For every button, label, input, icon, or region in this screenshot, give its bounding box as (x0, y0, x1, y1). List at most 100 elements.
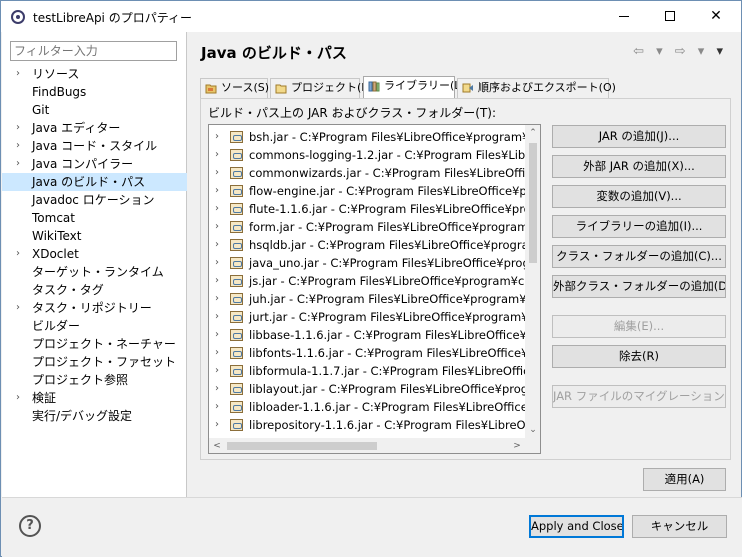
nav-item[interactable]: プロジェクト・ファセット (2, 353, 187, 371)
add-jar-button[interactable]: JAR の追加(J)... (552, 125, 726, 148)
expand-chevron-icon[interactable]: › (16, 245, 20, 263)
nav-item[interactable]: Java のビルド・パス (2, 173, 187, 191)
jar-file-icon (230, 239, 243, 251)
expand-chevron-icon[interactable]: › (16, 155, 20, 173)
library-row[interactable]: › libformula-1.1.7.jar - C:¥Program Files… (209, 362, 525, 380)
nav-item[interactable]: › タスク・リポジトリー (2, 299, 187, 317)
tab-source[interactable]: ソース(S) (200, 78, 269, 98)
apply-button[interactable]: 適用(A) (643, 468, 726, 491)
expand-chevron-icon[interactable]: › (215, 290, 219, 308)
nav-item[interactable]: › Java コード・スタイル (2, 137, 187, 155)
expand-chevron-icon[interactable]: › (215, 416, 219, 434)
libraries-tree[interactable]: › bsh.jar - C:¥Program Files¥LibreOffice¥… (208, 124, 541, 454)
vertical-scroll-thumb[interactable] (529, 143, 537, 263)
nav-item[interactable]: タスク・タグ (2, 281, 187, 299)
expand-chevron-icon[interactable]: › (215, 308, 219, 326)
scroll-down-icon[interactable]: ⌄ (525, 422, 540, 438)
library-row[interactable]: › hsqldb.jar - C:¥Program Files¥LibreOffi… (209, 236, 525, 254)
remove-button[interactable]: 除去(R) (552, 345, 726, 368)
expand-chevron-icon[interactable]: › (215, 326, 219, 344)
library-row-label: juh.jar - C:¥Program Files¥LibreOffice¥p… (249, 292, 525, 306)
library-row-label: js.jar - C:¥Program Files¥LibreOffice¥pr… (249, 274, 525, 288)
expand-chevron-icon[interactable]: › (215, 254, 219, 272)
library-row[interactable]: › libloader-1.1.6.jar - C:¥Program Files¥… (209, 398, 525, 416)
library-row[interactable]: › flow-engine.jar - C:¥Program Files¥Libr… (209, 182, 525, 200)
forward-arrow-icon[interactable]: ⇨ ▾ (675, 44, 709, 59)
filter-input[interactable] (10, 41, 177, 61)
library-row-label: form.jar - C:¥Program Files¥LibreOffice¥… (249, 220, 525, 234)
expand-chevron-icon[interactable]: › (215, 344, 219, 362)
add-variable-button[interactable]: 変数の追加(V)... (552, 185, 726, 208)
expand-chevron-icon[interactable]: › (215, 146, 219, 164)
expand-chevron-icon[interactable]: › (215, 218, 219, 236)
expand-chevron-icon[interactable]: › (215, 272, 219, 290)
close-button[interactable]: ✕ (693, 1, 739, 32)
horizontal-scroll-thumb[interactable] (227, 442, 377, 450)
minimize-button[interactable] (601, 1, 647, 32)
library-row[interactable]: › libfonts-1.1.6.jar - C:¥Program Files¥L… (209, 344, 525, 362)
library-row[interactable]: › commonwizards.jar - C:¥Program Files¥Li… (209, 164, 525, 182)
expand-chevron-icon[interactable]: › (215, 200, 219, 218)
jar-file-icon (230, 275, 243, 287)
library-row[interactable]: › libbase-1.1.6.jar - C:¥Program Files¥Li… (209, 326, 525, 344)
expand-chevron-icon[interactable]: › (215, 362, 219, 380)
tab-order-export[interactable]: 順序およびエクスポート(O) (457, 78, 616, 98)
nav-item[interactable]: Javadoc ロケーション (2, 191, 187, 209)
maximize-button[interactable] (647, 1, 693, 32)
library-row[interactable]: › commons-logging-1.2.jar - C:¥Program Fi… (209, 146, 525, 164)
back-arrow-icon[interactable]: ⇦ ▾ (633, 44, 667, 59)
expand-chevron-icon[interactable]: › (16, 299, 20, 317)
vertical-scrollbar[interactable]: ⌃ ⌄ (525, 125, 540, 438)
tab-projects[interactable]: プロジェクト(P) (270, 78, 372, 98)
library-row-label: libloader-1.1.6.jar - C:¥Program Files¥L… (249, 400, 525, 414)
nav-item[interactable]: WikiText (2, 227, 187, 245)
nav-item[interactable]: ターゲット・ランタイム (2, 263, 187, 281)
expand-chevron-icon[interactable]: › (215, 398, 219, 416)
add-class-folder-button[interactable]: クラス・フォルダーの追加(C)... (552, 245, 726, 268)
library-row[interactable]: › form.jar - C:¥Program Files¥LibreOffice… (209, 218, 525, 236)
library-row[interactable]: › juh.jar - C:¥Program Files¥LibreOffice¥… (209, 290, 525, 308)
scroll-right-icon[interactable]: > (509, 438, 525, 453)
migrate-jar-button[interactable]: JAR ファイルのマイグレーション(M)... (552, 385, 726, 408)
add-library-button[interactable]: ライブラリーの追加(I)... (552, 215, 726, 238)
tab-libraries[interactable]: ライブラリー(L) (363, 76, 465, 99)
nav-item[interactable]: › XDoclet (2, 245, 187, 263)
help-icon[interactable]: ? (19, 515, 41, 537)
expand-chevron-icon[interactable]: › (215, 182, 219, 200)
nav-item[interactable]: プロジェクト・ネーチャー (2, 335, 187, 353)
expand-chevron-icon[interactable]: › (16, 65, 20, 83)
add-external-jar-button[interactable]: 外部 JAR の追加(X)... (552, 155, 726, 178)
scroll-up-icon[interactable]: ⌃ (525, 125, 540, 141)
nav-item[interactable]: 実行/デバッグ設定 (2, 407, 187, 425)
expand-chevron-icon[interactable]: › (16, 137, 20, 155)
nav-item[interactable]: › Java エディター (2, 119, 187, 137)
nav-item[interactable]: Tomcat (2, 209, 187, 227)
library-row[interactable]: › librepository-1.1.6.jar - C:¥Program Fi… (209, 416, 525, 434)
library-row[interactable]: › jurt.jar - C:¥Program Files¥LibreOffice… (209, 308, 525, 326)
scroll-left-icon[interactable]: < (209, 438, 225, 453)
expand-chevron-icon[interactable]: › (16, 389, 20, 407)
cancel-button[interactable]: キャンセル (632, 515, 727, 538)
library-row[interactable]: › java_uno.jar - C:¥Program Files¥LibreOf… (209, 254, 525, 272)
nav-item[interactable]: › Java コンパイラー (2, 155, 187, 173)
library-row[interactable]: › liblayout.jar - C:¥Program Files¥LibreO… (209, 380, 525, 398)
expand-chevron-icon[interactable]: › (215, 164, 219, 182)
edit-button[interactable]: 編集(E)... (552, 315, 726, 338)
library-row[interactable]: › flute-1.1.6.jar - C:¥Program Files¥Libr… (209, 200, 525, 218)
expand-chevron-icon[interactable]: › (215, 236, 219, 254)
expand-chevron-icon[interactable]: › (16, 119, 20, 137)
apply-and-close-button[interactable]: Apply and Close (529, 515, 624, 538)
nav-item[interactable]: Git (2, 101, 187, 119)
horizontal-scrollbar[interactable]: < > (209, 438, 525, 453)
library-row[interactable]: › js.jar - C:¥Program Files¥LibreOffice¥p… (209, 272, 525, 290)
nav-item[interactable]: プロジェクト参照 (2, 371, 187, 389)
view-menu-icon[interactable]: ▾ (716, 44, 727, 59)
nav-item[interactable]: › リソース (2, 65, 187, 83)
library-row[interactable]: › bsh.jar - C:¥Program Files¥LibreOffice¥… (209, 128, 525, 146)
expand-chevron-icon[interactable]: › (215, 128, 219, 146)
nav-item[interactable]: ビルダー (2, 317, 187, 335)
nav-item[interactable]: › 検証 (2, 389, 187, 407)
expand-chevron-icon[interactable]: › (215, 380, 219, 398)
add-external-class-folder-button[interactable]: 外部クラス・フォルダーの追加(D)... (552, 275, 726, 298)
nav-item[interactable]: FindBugs (2, 83, 187, 101)
